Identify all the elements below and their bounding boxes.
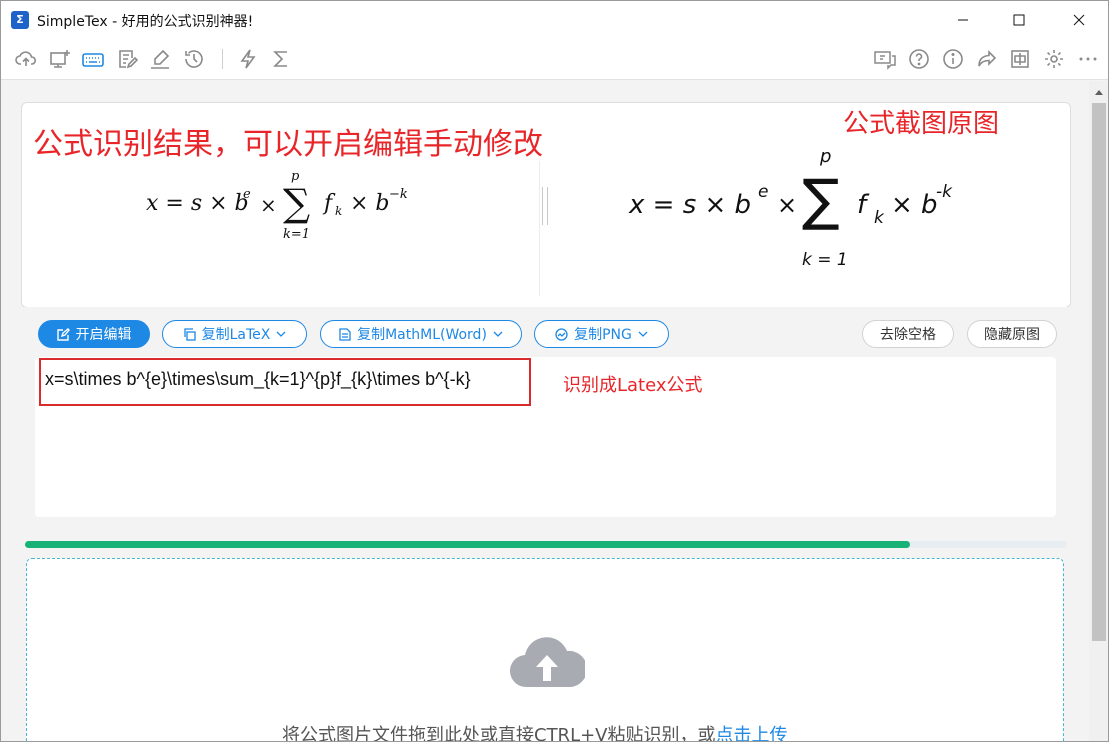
orig-formula-f: f <box>857 190 867 220</box>
formula-exp-neg-k: −k <box>389 187 408 202</box>
upload-link[interactable]: 点击上传 <box>716 725 788 741</box>
formula-times: × <box>260 193 277 217</box>
more-icon[interactable] <box>1076 47 1100 71</box>
info-icon[interactable] <box>941 47 965 71</box>
resize-handle[interactable] <box>542 187 548 225</box>
chevron-down-icon <box>638 331 648 337</box>
scrollbar-thumb[interactable] <box>1092 103 1106 641</box>
copy-icon <box>183 327 196 341</box>
screen-add-icon[interactable] <box>48 47 72 71</box>
formula-tail: × b <box>350 191 390 216</box>
annotation-original: 公式截图原图 <box>843 109 1000 139</box>
panel-divider <box>539 161 540 296</box>
edit-button-label: 开启编辑 <box>75 327 132 343</box>
orig-formula-sum: ∑ <box>802 168 840 233</box>
minimize-icon <box>958 19 968 21</box>
formula-sum: ∑ <box>283 181 311 225</box>
dropzone-text: 将公式图片文件拖到此处或直接CTRL+V粘贴识别，或点击上传 <box>282 721 788 742</box>
title-bar: Σ SimpleTex - 好用的公式识别神器! <box>1 1 1108 39</box>
upload-dropzone[interactable]: 将公式图片文件拖到此处或直接CTRL+V粘贴识别，或点击上传 <box>26 558 1064 742</box>
edit-button[interactable]: 开启编辑 <box>38 320 150 348</box>
copy-latex-button[interactable]: 复制LaTeX <box>162 320 307 348</box>
image-icon <box>555 327 568 341</box>
toolbar-separator <box>222 49 223 69</box>
orig-formula-tail: × b <box>891 190 938 220</box>
formula-sub-k: k <box>335 204 343 218</box>
hide-original-label: 隐藏原图 <box>984 327 1040 343</box>
orig-formula-lhs: x = s × b <box>629 190 752 220</box>
history-icon[interactable] <box>182 47 206 71</box>
chevron-down-icon <box>493 331 503 337</box>
copy-png-button[interactable]: 复制PNG <box>534 320 669 348</box>
cloud-upload-icon[interactable] <box>14 47 38 71</box>
original-formula-image: x = s × b e × p ∑ k = 1 f k × b -k <box>629 146 969 276</box>
close-icon <box>1073 14 1085 26</box>
document-icon <box>339 327 351 341</box>
rendered-formula: x = s × b e × p ∑ k=1 f k × b −k <box>146 161 426 251</box>
lightning-icon[interactable] <box>236 47 260 71</box>
edit-icon <box>56 327 70 341</box>
orig-formula-exp-e: e <box>758 182 769 202</box>
keyboard-icon[interactable] <box>81 47 105 71</box>
copy-latex-label: 复制LaTeX <box>201 327 271 343</box>
annotation-latex: 识别成Latex公式 <box>563 375 703 396</box>
orig-formula-lower: k = 1 <box>802 250 848 270</box>
sigma-icon[interactable] <box>269 47 293 71</box>
pin-window-icon[interactable] <box>1008 47 1032 71</box>
minimize-button[interactable] <box>940 1 986 39</box>
hide-original-button[interactable]: 隐藏原图 <box>967 320 1057 348</box>
progress-bar <box>25 541 1067 548</box>
dropzone-instruction: 将公式图片文件拖到此处或直接CTRL+V粘贴识别，或 <box>282 725 716 742</box>
feedback-icon[interactable] <box>873 47 897 71</box>
cloud-upload-icon <box>510 637 585 688</box>
formula-f: f <box>324 191 333 216</box>
app-window: Σ SimpleTex - 好用的公式识别神器! 公式识别结果，可以开启编辑手动… <box>0 0 1109 742</box>
maximize-button[interactable] <box>996 1 1042 39</box>
app-logo-icon: Σ <box>11 11 29 29</box>
close-button[interactable] <box>1056 1 1102 39</box>
formula-lhs: x = s × b <box>146 191 249 216</box>
window-title: SimpleTex - 好用的公式识别神器! <box>37 14 254 30</box>
action-bar: 开启编辑 复制LaTeX 复制MathML(Word) 复制PNG 去除空格 隐… <box>21 307 1069 355</box>
copy-png-label: 复制PNG <box>574 327 632 343</box>
share-icon[interactable] <box>975 47 999 71</box>
latex-editor[interactable]: x=s\times b^{e}\times\sum_{k=1}^{p}f_{k}… <box>35 357 1056 517</box>
remove-spaces-button[interactable]: 去除空格 <box>862 320 954 348</box>
settings-icon[interactable] <box>1042 47 1066 71</box>
document-edit-icon[interactable] <box>115 47 139 71</box>
maximize-icon <box>1013 14 1025 26</box>
handwrite-icon[interactable] <box>148 47 172 71</box>
progress-fill <box>25 541 910 548</box>
latex-value[interactable]: x=s\times b^{e}\times\sum_{k=1}^{p}f_{k}… <box>45 369 471 390</box>
copy-mathml-button[interactable]: 复制MathML(Word) <box>320 320 522 348</box>
remove-spaces-label: 去除空格 <box>880 327 936 343</box>
help-icon[interactable] <box>907 47 931 71</box>
formula-exp-e: e <box>243 187 251 202</box>
orig-formula-times: × <box>777 191 798 219</box>
formula-lower: k=1 <box>283 227 311 242</box>
chevron-down-icon <box>276 331 286 337</box>
orig-formula-sub-k: k <box>874 208 884 228</box>
orig-formula-exp-neg-k: -k <box>936 182 952 202</box>
toolbar <box>1 39 1108 80</box>
scroll-up-arrow-icon[interactable] <box>1092 85 1106 99</box>
copy-mathml-label: 复制MathML(Word) <box>357 327 487 343</box>
annotation-result: 公式识别结果，可以开启编辑手动修改 <box>33 127 543 162</box>
orig-formula-upper: p <box>820 146 832 167</box>
